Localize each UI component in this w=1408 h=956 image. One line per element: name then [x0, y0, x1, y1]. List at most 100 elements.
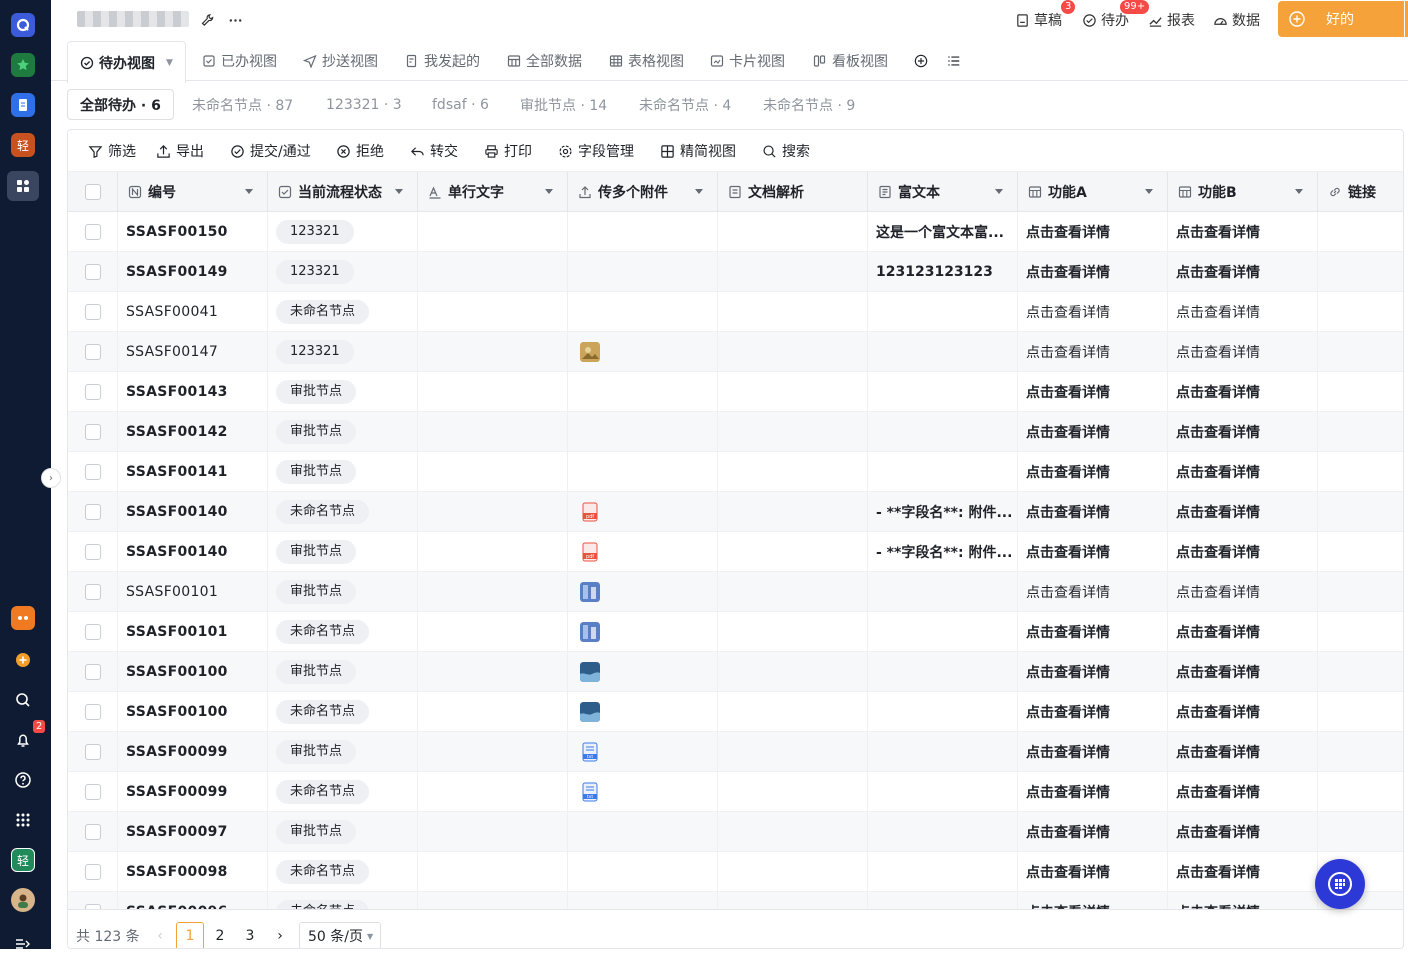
- cell-rich-text[interactable]: [868, 852, 1018, 892]
- column-header-function-b[interactable]: 功能B: [1168, 172, 1318, 212]
- column-sort-icon[interactable]: [695, 189, 703, 194]
- cell-attachments[interactable]: pdf: [568, 532, 718, 572]
- cell-function-b-link[interactable]: 点击查看详情: [1168, 412, 1318, 452]
- cell-code[interactable]: SSASF00101: [118, 572, 268, 612]
- cell-link[interactable]: [1318, 732, 1403, 772]
- next-page-icon[interactable]: ›: [270, 922, 290, 948]
- cell-doc-parse[interactable]: [718, 772, 868, 812]
- cell-link[interactable]: [1318, 372, 1403, 412]
- cell-single-text[interactable]: [418, 252, 568, 292]
- cell-doc-parse[interactable]: [718, 612, 868, 652]
- assistant-float-button[interactable]: [1315, 859, 1365, 909]
- table-row[interactable]: SSASF00141 审批节点 点击查看详情 点击查看详情: [68, 452, 1403, 492]
- submit-approve-button[interactable]: 提交/通过: [230, 141, 311, 161]
- image-thumbnail[interactable]: [580, 342, 600, 362]
- apps-grid-icon[interactable]: [11, 808, 35, 832]
- cell-function-b-link[interactable]: 点击查看详情: [1168, 852, 1318, 892]
- cell-code[interactable]: SSASF00100: [118, 692, 268, 732]
- light-app-tile-icon[interactable]: 轻: [11, 848, 35, 872]
- cell-function-b-link[interactable]: 点击查看详情: [1168, 772, 1318, 812]
- cell-code[interactable]: SSASF00101: [118, 612, 268, 652]
- wrench-icon[interactable]: [197, 10, 217, 30]
- more-icon[interactable]: [225, 10, 245, 30]
- report-button[interactable]: 报表: [1148, 10, 1195, 30]
- cell-rich-text[interactable]: [868, 612, 1018, 652]
- table-row[interactable]: SSASF00140 审批节点 pdf - **字段名**: 附件... 点击查看详情点…: [68, 532, 1403, 572]
- cell-function-a-link[interactable]: 点击查看详情: [1018, 612, 1168, 652]
- prev-page-icon[interactable]: ‹: [152, 922, 168, 948]
- cell-rich-text[interactable]: [868, 292, 1018, 332]
- bell-icon[interactable]: 2: [11, 720, 46, 752]
- cell-doc-parse[interactable]: [718, 812, 868, 852]
- cell-link[interactable]: [1318, 652, 1403, 692]
- cell-link[interactable]: [1318, 772, 1403, 812]
- cell-function-a-link[interactable]: 点击查看详情: [1018, 732, 1168, 772]
- column-sort-icon[interactable]: [245, 189, 253, 194]
- cell-function-b-link[interactable]: 点击查看详情: [1168, 452, 1318, 492]
- table-row[interactable]: SSASF00142 审批节点 点击查看详情 点击查看详情: [68, 412, 1403, 452]
- cell-code[interactable]: SSASF00096: [118, 892, 268, 909]
- tab-initiated-view[interactable]: 我发起的: [405, 40, 480, 81]
- cell-single-text[interactable]: [418, 452, 568, 492]
- column-sort-icon[interactable]: [395, 189, 403, 194]
- row-checkbox[interactable]: [85, 864, 101, 880]
- tab-done-view[interactable]: 已办视图: [202, 40, 277, 81]
- txt-file-icon[interactable]: txt: [580, 782, 600, 802]
- cell-function-b-link[interactable]: 点击查看详情: [1168, 292, 1318, 332]
- cell-function-b-link[interactable]: 点击查看详情: [1168, 612, 1318, 652]
- cell-rich-text[interactable]: [868, 732, 1018, 772]
- cell-code[interactable]: SSASF00143: [118, 372, 268, 412]
- row-checkbox[interactable]: [85, 744, 101, 760]
- cell-single-text[interactable]: [418, 772, 568, 812]
- data-button[interactable]: 数据: [1213, 10, 1260, 30]
- column-header-doc-parse[interactable]: 文档解析: [718, 172, 868, 212]
- row-checkbox[interactable]: [85, 264, 101, 280]
- node-tab-all-todo[interactable]: 全部待办 · 6: [67, 89, 174, 120]
- pdf-file-icon[interactable]: pdf: [580, 542, 600, 562]
- table-row[interactable]: SSASF00140 未命名节点 pdf - **字段名**: 附件... 点击查看详情…: [68, 492, 1403, 532]
- table-row[interactable]: SSASF00100 审批节点 点击查看详情 点击查看详情: [68, 652, 1403, 692]
- light-app-icon[interactable]: 轻: [11, 133, 35, 157]
- cell-single-text[interactable]: [418, 692, 568, 732]
- cell-attachments[interactable]: [568, 852, 718, 892]
- cell-single-text[interactable]: [418, 292, 568, 332]
- cell-rich-text[interactable]: [868, 372, 1018, 412]
- cell-doc-parse[interactable]: [718, 572, 868, 612]
- column-header-function-a[interactable]: 功能A: [1018, 172, 1168, 212]
- cell-link[interactable]: [1318, 332, 1403, 372]
- select-all-checkbox[interactable]: [85, 184, 101, 200]
- cell-link[interactable]: [1318, 252, 1403, 292]
- cell-link[interactable]: [1318, 812, 1403, 852]
- cell-code[interactable]: SSASF00141: [118, 452, 268, 492]
- column-header-link[interactable]: 链接: [1318, 172, 1403, 212]
- cell-link[interactable]: [1318, 532, 1403, 572]
- cell-code[interactable]: SSASF00099: [118, 732, 268, 772]
- cell-function-a-link[interactable]: 点击查看详情: [1018, 892, 1168, 909]
- row-checkbox[interactable]: [85, 784, 101, 800]
- row-checkbox[interactable]: [85, 344, 101, 360]
- cell-doc-parse[interactable]: [718, 692, 868, 732]
- cell-attachments[interactable]: [568, 332, 718, 372]
- cell-single-text[interactable]: [418, 812, 568, 852]
- cell-doc-parse[interactable]: [718, 892, 868, 909]
- tab-kanban-view[interactable]: 看板视图: [813, 40, 888, 81]
- cell-code[interactable]: SSASF00099: [118, 772, 268, 812]
- column-sort-icon[interactable]: [1295, 189, 1303, 194]
- cell-function-b-link[interactable]: 点击查看详情: [1168, 652, 1318, 692]
- workspace-grid-icon[interactable]: [7, 171, 39, 201]
- column-header-single-text[interactable]: 单行文字: [418, 172, 568, 212]
- reject-button[interactable]: 拒绝: [336, 141, 384, 161]
- row-checkbox[interactable]: [85, 464, 101, 480]
- drafts-button[interactable]: 草稿 3: [1015, 0, 1076, 30]
- cell-function-b-link[interactable]: 点击查看详情: [1168, 332, 1318, 372]
- cell-code[interactable]: SSASF00149: [118, 252, 268, 292]
- cell-single-text[interactable]: [418, 332, 568, 372]
- cell-function-a-link[interactable]: 点击查看详情: [1018, 532, 1168, 572]
- table-row[interactable]: SSASF00099 审批节点 txt 点击查看详情 点击查看详情: [68, 732, 1403, 772]
- cell-function-b-link[interactable]: 点击查看详情: [1168, 492, 1318, 532]
- cell-function-a-link[interactable]: 点击查看详情: [1018, 412, 1168, 452]
- collapse-sidebar-button[interactable]: ›: [41, 468, 61, 488]
- transfer-button[interactable]: 转交: [410, 141, 458, 161]
- cell-code[interactable]: SSASF00097: [118, 812, 268, 852]
- cell-link[interactable]: [1318, 412, 1403, 452]
